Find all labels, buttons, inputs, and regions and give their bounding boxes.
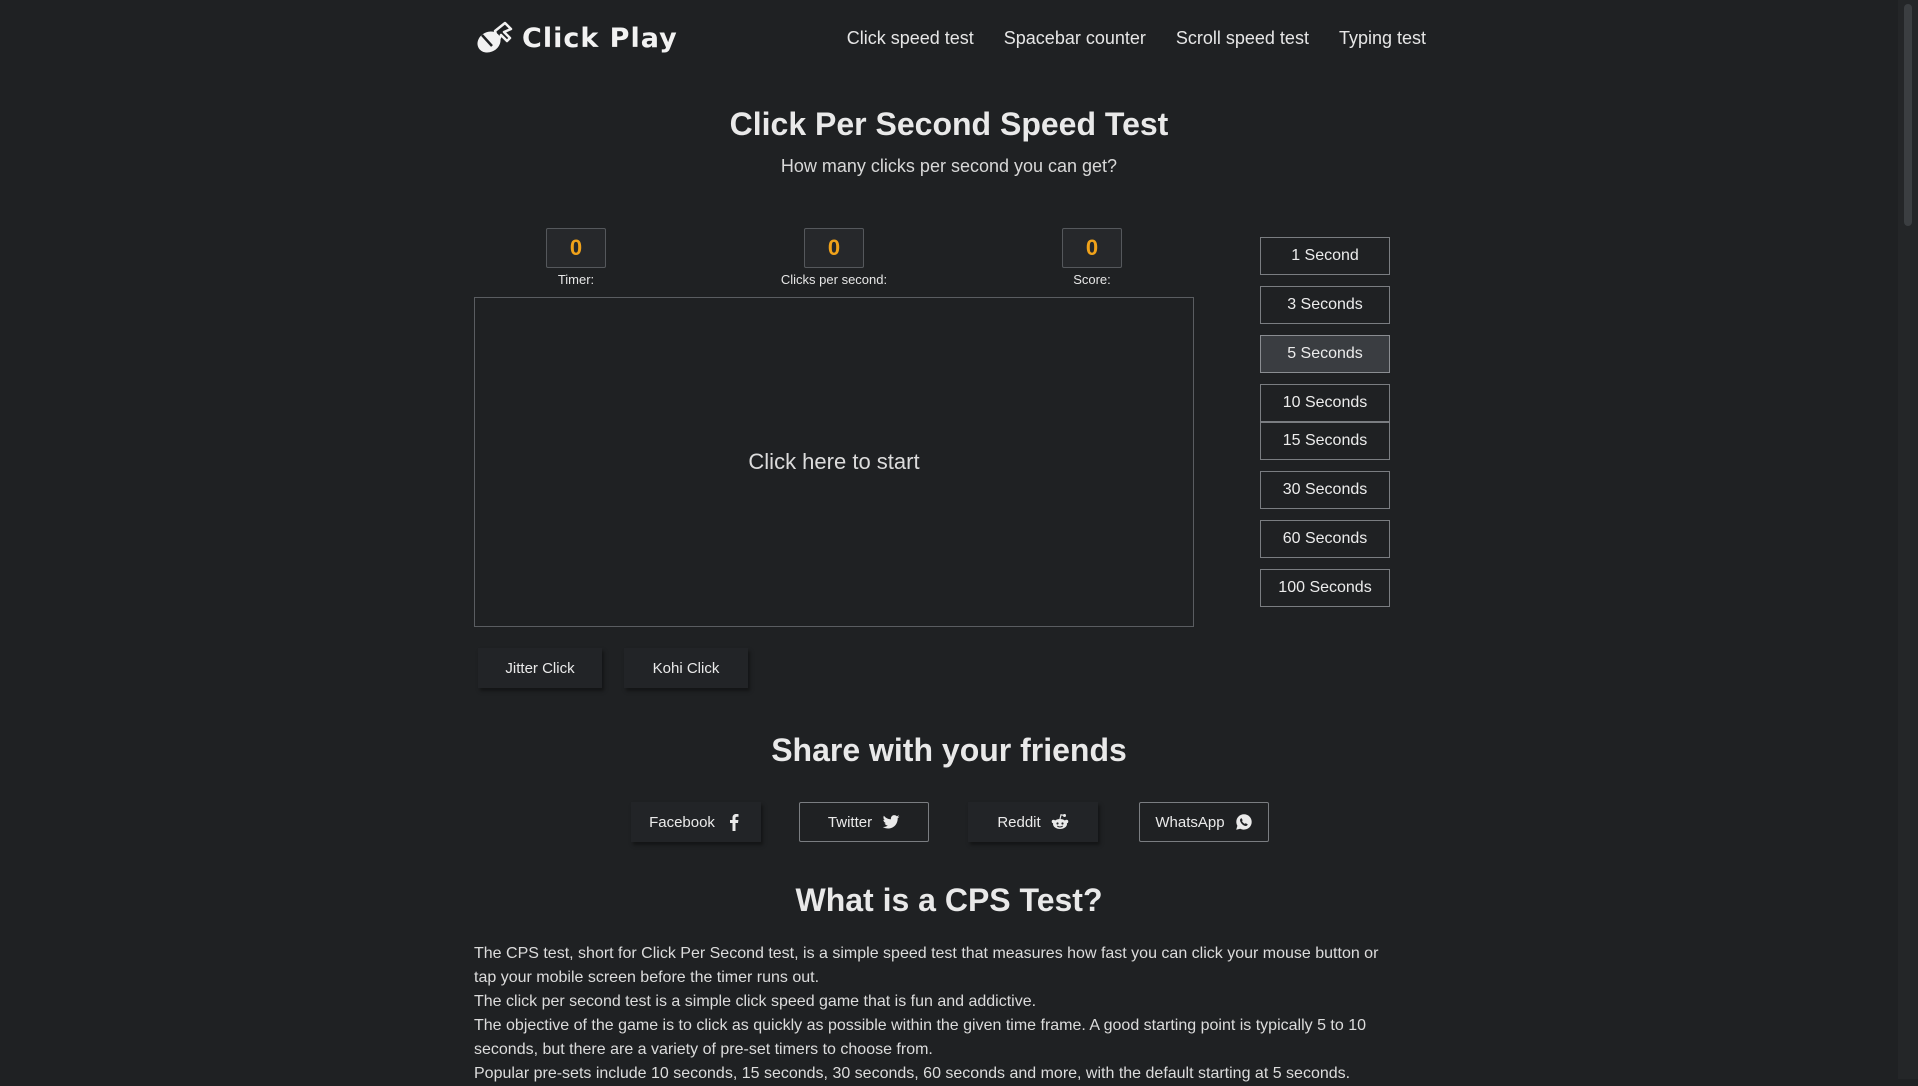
brand-logo[interactable]: Click Play [474, 18, 678, 58]
timer-100-seconds-button[interactable]: 100 Seconds [1260, 569, 1390, 607]
brand-name: Click Play [522, 22, 678, 54]
reddit-label: Reddit [997, 813, 1041, 831]
about-paragraph-2: The click per second test is a simple cl… [474, 993, 1037, 1010]
cps-label: Clicks per second: [780, 272, 888, 287]
about-paragraph-1: The CPS test, short for Click Per Second… [474, 945, 1379, 986]
kohi-click-button[interactable]: Kohi Click [624, 648, 748, 688]
nav-click-speed-test[interactable]: Click speed test [847, 28, 974, 49]
about-paragraph-3: The objective of the game is to click as… [474, 1017, 1367, 1058]
timer-label: Timer: [557, 272, 595, 287]
score-label: Score: [1073, 272, 1111, 287]
main-nav: Click speed test Spacebar counter Scroll… [847, 18, 1426, 58]
whatsapp-icon [1235, 814, 1252, 830]
timer-3-seconds-button[interactable]: 3 Seconds [1260, 286, 1390, 324]
about-title: What is a CPS Test? [795, 882, 1103, 918]
timer-value: 0 [546, 228, 606, 268]
page-subtitle: How many clicks per second you can get? [780, 156, 1118, 176]
score-value: 0 [1062, 228, 1122, 268]
twitter-icon [882, 815, 900, 829]
facebook-label: Facebook [649, 813, 715, 831]
facebook-icon [729, 814, 739, 831]
nav-spacebar-counter[interactable]: Spacebar counter [1004, 28, 1146, 49]
timer-10-seconds-button[interactable]: 10 Seconds [1260, 384, 1390, 422]
click-area-label: Click here to start [748, 449, 920, 474]
twitter-label: Twitter [827, 813, 873, 831]
scrollbar-thumb[interactable] [1904, 4, 1912, 226]
timer-5-seconds-button[interactable]: 5 Seconds [1260, 335, 1390, 373]
timer-60-seconds-button[interactable]: 60 Seconds [1260, 520, 1390, 558]
page-scrollbar[interactable] [1898, 0, 1918, 1079]
share-title: Share with your friends [771, 732, 1127, 768]
whatsapp-share-button[interactable]: WhatsApp [1139, 802, 1269, 842]
timer-stat: 0 Timer: [476, 228, 676, 287]
cps-stat: 0 Clicks per second: [734, 228, 934, 287]
cps-value: 0 [804, 228, 864, 268]
mouse-cursor-icon [477, 21, 513, 53]
score-stat: 0 Score: [992, 228, 1192, 287]
timer-1-second-button[interactable]: 1 Second [1260, 237, 1390, 275]
nav-scroll-speed-test[interactable]: Scroll speed test [1176, 28, 1309, 49]
about-paragraph-4: Popular pre-sets include 10 seconds, 15 … [474, 1065, 1351, 1082]
click-area[interactable]: Click here to start [474, 297, 1194, 627]
reddit-share-button[interactable]: Reddit [968, 802, 1098, 842]
page-title: Click Per Second Speed Test [729, 106, 1169, 142]
jitter-click-button[interactable]: Jitter Click [478, 648, 602, 688]
reddit-icon [1051, 814, 1068, 829]
whatsapp-label: WhatsApp [1155, 813, 1225, 831]
site-header: Click Play Click speed test Spacebar cou… [474, 18, 1426, 58]
about-text: The CPS test, short for Click Per Second… [474, 942, 1394, 1086]
facebook-share-button[interactable]: Facebook [631, 802, 761, 842]
nav-typing-test[interactable]: Typing test [1339, 28, 1426, 49]
timer-30-seconds-button[interactable]: 30 Seconds [1260, 471, 1390, 509]
twitter-share-button[interactable]: Twitter [799, 802, 929, 842]
timer-15-seconds-button[interactable]: 15 Seconds [1260, 422, 1390, 460]
